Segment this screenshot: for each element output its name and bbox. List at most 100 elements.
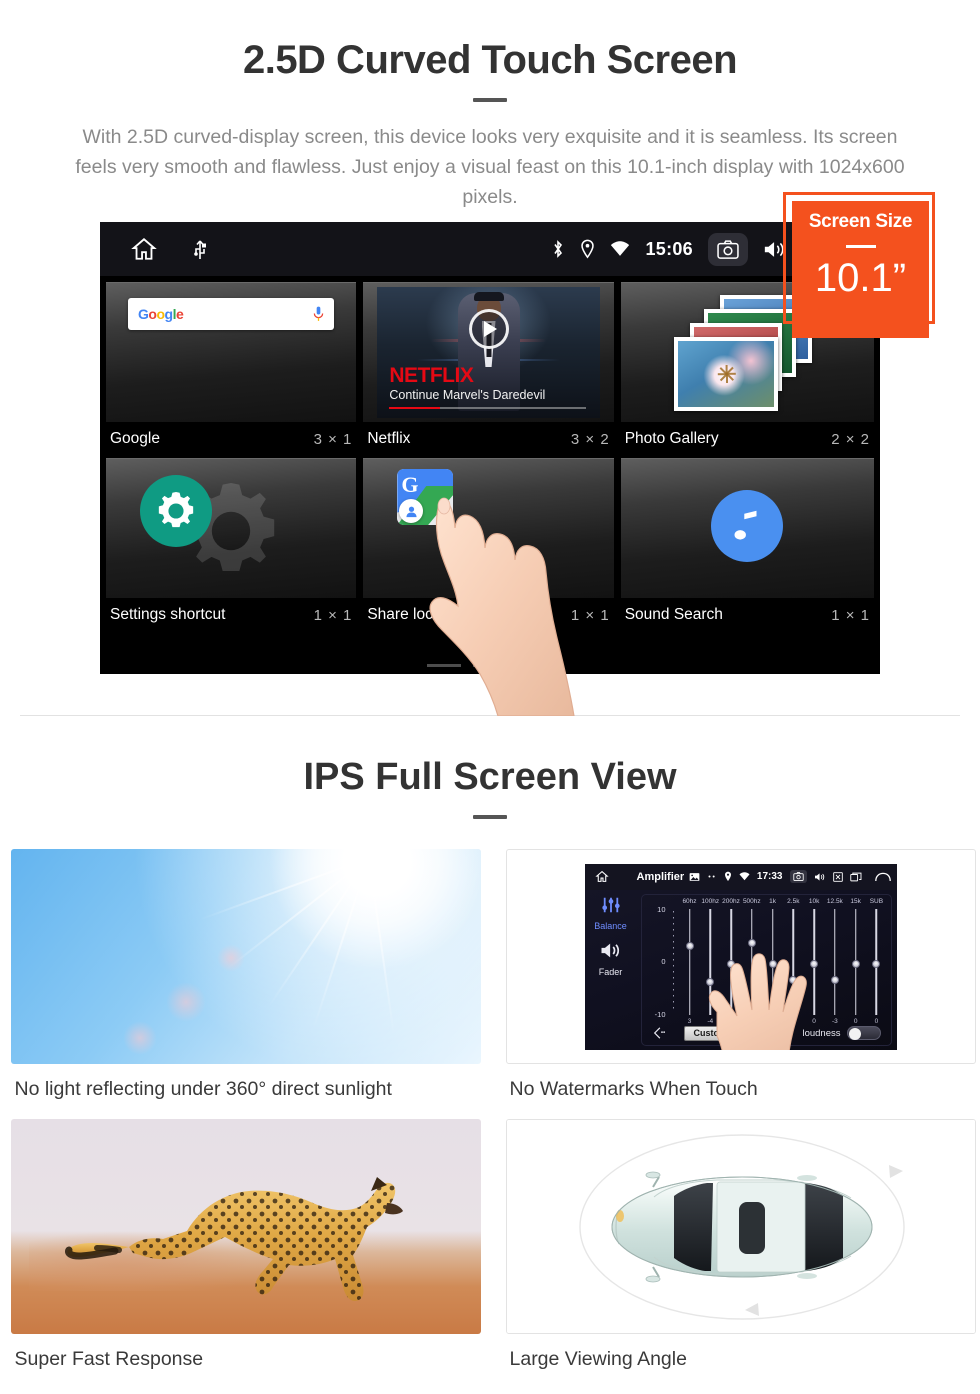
- recents-icon[interactable]: [849, 872, 862, 882]
- widget-netflix[interactable]: NETFLIX Continue Marvel's Daredevil Netf…: [363, 282, 614, 458]
- eq-band-label: 12.5k: [826, 897, 843, 905]
- balance-button[interactable]: Balance: [585, 896, 637, 931]
- widget-row-1: Google Google 3 × 1 NETFLIX Continue Mar…: [106, 282, 874, 458]
- widget-label: Share location: [367, 606, 467, 623]
- widget-size: 3 × 1: [313, 430, 353, 448]
- page-dot-3[interactable]: [519, 664, 553, 667]
- widget-share-location[interactable]: G Share location 1 × 1: [363, 458, 614, 634]
- volume-icon[interactable]: [814, 872, 826, 882]
- widget-row-2: Settings shortcut 1 × 1 G Share location…: [106, 458, 874, 634]
- balance-label: Balance: [594, 920, 627, 931]
- location-icon: [580, 239, 595, 259]
- eq-band-label: SUB: [869, 897, 884, 905]
- page-dot-2[interactable]: [473, 664, 507, 667]
- blossom-stamens: [715, 363, 737, 385]
- widget-photo-gallery-caption: Photo Gallery 2 × 2: [621, 422, 874, 458]
- badge-value: 10.1”: [814, 256, 907, 300]
- card-amplifier: Amplifier 17:33 Balance Fader 60hz 100hz…: [505, 849, 976, 1119]
- eq-band-label: 1k: [769, 897, 776, 905]
- widget-google-preview: Google: [106, 282, 357, 422]
- usb-icon[interactable]: [192, 237, 208, 261]
- google-search-bar[interactable]: Google: [128, 298, 335, 330]
- google-logo: Google: [138, 306, 184, 322]
- maps-g-glyph: G: [401, 472, 419, 497]
- ips-title-underline: [473, 815, 507, 819]
- eq-slider: [680, 908, 700, 1015]
- card-amplifier-caption: No Watermarks When Touch: [509, 1078, 758, 1100]
- widget-label: Google: [110, 430, 160, 447]
- eq-value: -3: [831, 1017, 838, 1025]
- widget-settings-shortcut[interactable]: Settings shortcut 1 × 1: [106, 458, 357, 634]
- car-illustration-canvas: [506, 1120, 975, 1333]
- amplifier-clock: 17:33: [756, 871, 783, 882]
- widget-size: 1 × 1: [313, 606, 353, 624]
- title-underline: [473, 98, 507, 102]
- netflix-artwork: NETFLIX Continue Marvel's Daredevil: [377, 287, 600, 418]
- wifi-icon: [610, 241, 630, 257]
- page-indicator[interactable]: [427, 664, 553, 667]
- play-button[interactable]: [468, 309, 509, 349]
- widget-share-location-caption: Share location 1 × 1: [363, 598, 613, 634]
- widget-settings-preview: [106, 458, 357, 598]
- close-box-icon[interactable]: [832, 871, 843, 882]
- eq-band-label: 500hz: [742, 897, 761, 905]
- loudness-toggle[interactable]: [846, 1026, 881, 1040]
- widget-size: 3 × 2: [570, 430, 610, 448]
- netflix-continue-text: Continue Marvel's Daredevil: [389, 388, 546, 402]
- widget-share-location-preview: G: [363, 458, 614, 598]
- widget-picker-grid: Google Google 3 × 1 NETFLIX Continue Mar…: [100, 276, 880, 674]
- eq-scale-top: 10: [657, 904, 666, 914]
- open-hand-illustration: [703, 948, 823, 1050]
- eq-scale-bottom: -10: [654, 1009, 666, 1019]
- card-sunlight: No light reflecting under 360° direct su…: [10, 849, 481, 1119]
- sky-gradient: [10, 849, 481, 1064]
- microphone-icon[interactable]: [313, 306, 324, 322]
- eq-slider: [866, 908, 886, 1015]
- camera-icon[interactable]: [708, 232, 748, 266]
- widget-settings-caption: Settings shortcut 1 × 1: [106, 598, 356, 634]
- cheetah-silhouette: [64, 1177, 403, 1301]
- previous-preset-icon[interactable]: [652, 1027, 666, 1039]
- widget-google[interactable]: Google Google 3 × 1: [106, 282, 357, 458]
- amplifier-status-bar: Amplifier 17:33: [584, 863, 897, 890]
- status-bar-clock: 15:06: [645, 238, 693, 259]
- amplifier-side-nav: Balance Fader: [585, 890, 637, 1050]
- back-icon[interactable]: [874, 872, 891, 882]
- netflix-progress-bar: [389, 406, 586, 409]
- running-cheetah-photo: [10, 1119, 481, 1334]
- badge-underline: [845, 245, 876, 248]
- home-icon[interactable]: [130, 236, 158, 262]
- card-sunlight-caption: No light reflecting under 360° direct su…: [14, 1078, 392, 1100]
- figure-hat: [473, 292, 504, 301]
- widget-label: Netflix: [367, 430, 411, 447]
- eq-value: 3: [687, 1017, 692, 1025]
- home-icon[interactable]: [594, 870, 609, 883]
- gallery-icon[interactable]: [689, 872, 700, 882]
- eq-band-label: 60hz: [682, 897, 697, 905]
- eq-slider: [846, 908, 866, 1015]
- wifi-icon: [739, 872, 750, 881]
- eq-value: 0: [874, 1017, 879, 1025]
- eq-band-label: 10k: [808, 897, 820, 905]
- page-dot-1[interactable]: [427, 664, 461, 667]
- ips-screen-section: IPS Full Screen View No light reflecting…: [0, 716, 980, 1389]
- amplifier-ui: Amplifier 17:33 Balance Fader 60hz 100hz…: [584, 863, 897, 1050]
- curved-screen-section: 2.5D Curved Touch Screen With 2.5D curve…: [0, 0, 980, 717]
- location-icon: [724, 871, 732, 882]
- eq-scale: 10 0 -10: [648, 905, 678, 1019]
- android-status-bar: 15:06: [100, 222, 880, 276]
- widget-google-caption: Google 3 × 1: [106, 422, 356, 458]
- card-car-caption: Large Viewing Angle: [509, 1348, 687, 1370]
- photo-frame-blossom: [674, 336, 779, 411]
- sound-search-icon: [711, 489, 784, 562]
- card-cheetah: Super Fast Response: [10, 1119, 481, 1389]
- fader-button[interactable]: Fader: [585, 941, 637, 977]
- screen-size-badge-fill: Screen Size 10.1”: [792, 201, 929, 338]
- amplifier-title: Amplifier: [636, 870, 685, 883]
- lens-flare: [165, 982, 206, 1023]
- widget-size: 2 × 2: [831, 430, 870, 448]
- eq-band-label: 200hz: [722, 897, 740, 905]
- camera-icon[interactable]: [789, 870, 807, 883]
- widget-sound-search[interactable]: Sound Search 1 × 1: [620, 458, 874, 634]
- eq-band-label: 100hz: [701, 897, 720, 905]
